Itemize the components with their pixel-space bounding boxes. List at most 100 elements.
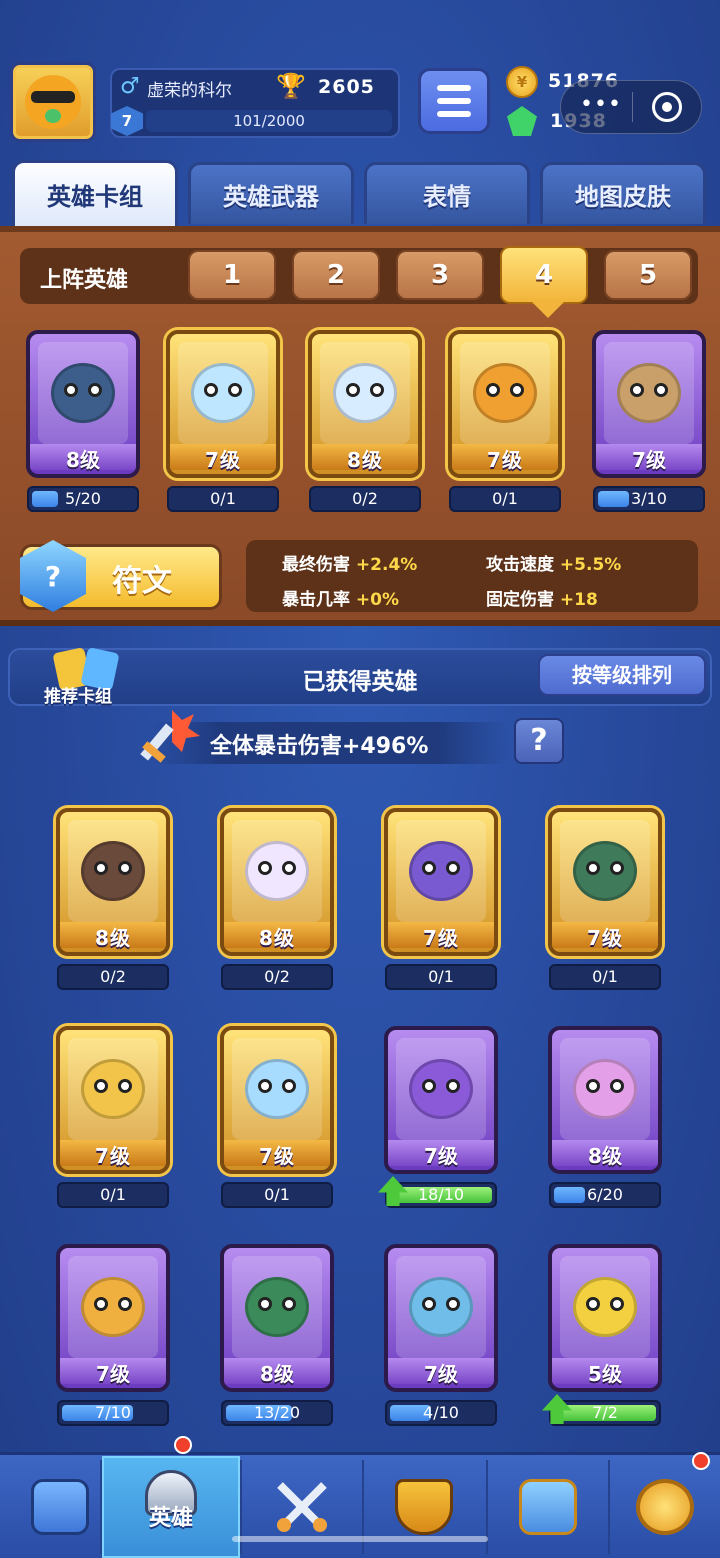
gem-icon	[507, 106, 537, 136]
hero-level: 8级	[60, 922, 166, 950]
hero-card[interactable]: 7级	[384, 1244, 498, 1392]
game-screen: ♂ 虚荣的科尔 🏆 2605 7 101/2000 ¥ 51876 1938 •…	[0, 0, 720, 1558]
nav-clan[interactable]	[364, 1456, 484, 1558]
hero-eyes	[232, 1078, 322, 1093]
hero-portrait	[604, 342, 694, 444]
progress-fill	[598, 491, 629, 507]
lineup-slot-5[interactable]: 5	[604, 250, 692, 300]
stat-final-damage: 最终伤害 +2.4%	[282, 550, 417, 575]
player-name: 虚荣的科尔	[147, 81, 232, 101]
hero-card[interactable]: 8级	[220, 808, 334, 956]
hero-card[interactable]: 8级	[548, 1026, 662, 1174]
hero-level: 8级	[312, 444, 418, 472]
hero-card[interactable]: 8级	[308, 330, 422, 478]
lineup-label: 上阵英雄	[40, 268, 129, 293]
hero-card-progress: 0/2	[309, 486, 421, 512]
hero-eyes	[68, 860, 158, 875]
hero-level: 7级	[60, 1140, 166, 1168]
hero-card[interactable]: 7级	[384, 808, 498, 956]
hero-card[interactable]: 7级	[166, 330, 280, 478]
stat-crit-chance: 暴击几率 +0%	[282, 585, 399, 610]
lineup-slot-4[interactable]: 4	[500, 246, 588, 318]
hero-portrait	[320, 342, 410, 444]
hero-card[interactable]: 7级	[56, 1244, 170, 1392]
nav-heroes-label: 英雄	[148, 1506, 193, 1531]
hero-level: 7级	[452, 444, 558, 472]
hero-card-progress: 13/20	[221, 1400, 333, 1426]
hero-card-progress: 4/10	[385, 1400, 497, 1426]
progress-text: 0/1	[264, 1185, 290, 1204]
hero-card[interactable]: 7级	[56, 1026, 170, 1174]
progress-text: 0/1	[428, 967, 454, 986]
progress-text: 0/2	[100, 967, 126, 986]
hero-card-progress: 5/20	[27, 486, 139, 512]
treasure-chest-icon	[31, 1479, 89, 1535]
progress-text: 0/1	[210, 489, 236, 508]
hero-portrait	[68, 1038, 158, 1140]
hero-card-progress: 0/1	[549, 964, 661, 990]
more-options-icon[interactable]: •••	[580, 92, 622, 117]
progress-fill	[554, 1187, 585, 1203]
stat-value: +2.4%	[355, 555, 418, 575]
hero-portrait	[232, 820, 322, 922]
sword-icon	[140, 710, 200, 763]
hero-card[interactable]: 7级	[548, 808, 662, 956]
lineup-slot-2[interactable]: 2	[292, 250, 380, 300]
nav-battle[interactable]	[242, 1456, 362, 1558]
hero-portrait	[68, 820, 158, 922]
hero-card[interactable]: 7级	[384, 1026, 498, 1174]
tab-hero-weapons[interactable]: 英雄武器	[188, 162, 354, 224]
menu-button[interactable]	[418, 68, 490, 134]
stat-value: +5.5%	[559, 555, 622, 575]
hero-card[interactable]: 7级	[448, 330, 562, 478]
hero-level: 8级	[224, 1358, 330, 1386]
nav-explore[interactable]	[610, 1456, 720, 1558]
hero-portrait	[396, 1038, 486, 1140]
hero-card[interactable]: 5级	[548, 1244, 662, 1392]
lineup-slot-3[interactable]: 3	[396, 250, 484, 300]
crit-damage-text: 全体暴击伤害+496%	[210, 734, 429, 759]
hero-card-progress: 6/20	[549, 1182, 661, 1208]
stat-name: 固定伤害	[486, 590, 554, 610]
hero-portrait	[68, 1256, 158, 1358]
hero-portrait	[396, 1256, 486, 1358]
stat-name: 攻击速度	[486, 555, 554, 575]
hero-card[interactable]: 8级	[56, 808, 170, 956]
tab-map-skins[interactable]: 地图皮肤	[540, 162, 706, 224]
tab-emotes[interactable]: 表情	[364, 162, 530, 224]
progress-text: 7/2	[592, 1403, 618, 1422]
player-avatar[interactable]	[10, 62, 96, 142]
team-banner-icon	[519, 1479, 577, 1535]
hero-card[interactable]: 8级	[220, 1244, 334, 1392]
explore-notification-dot	[692, 1452, 710, 1470]
hero-card-progress: 0/1	[167, 486, 279, 512]
hero-level: 7级	[224, 1140, 330, 1168]
sort-by-level-button[interactable]: 按等级排列	[538, 654, 706, 696]
hero-portrait	[178, 342, 268, 444]
hero-portrait	[232, 1038, 322, 1140]
hero-eyes	[232, 860, 322, 875]
lineup-slot-1[interactable]: 1	[188, 250, 276, 300]
hero-card[interactable]: 8级	[26, 330, 140, 478]
hero-eyes	[320, 382, 410, 397]
trophy-icon: 🏆	[276, 72, 306, 100]
hero-level: 7级	[552, 922, 658, 950]
close-target-icon[interactable]	[652, 92, 682, 122]
progress-fill	[32, 491, 58, 507]
tab-hero-deck[interactable]: 英雄卡组	[12, 160, 178, 226]
hero-portrait	[232, 1256, 322, 1358]
hero-level: 7级	[60, 1358, 166, 1386]
progress-text: 0/1	[592, 967, 618, 986]
trophy-count: 2605	[318, 76, 375, 98]
gold-coin-icon: ¥	[506, 66, 538, 98]
stat-attack-speed: 攻击速度 +5.5%	[486, 550, 621, 575]
xp-text: 101/2000	[233, 112, 305, 130]
nav-team[interactable]	[488, 1456, 608, 1558]
hero-card[interactable]: 7级	[220, 1026, 334, 1174]
hero-level: 7级	[388, 1358, 494, 1386]
hero-level: 7级	[170, 444, 276, 472]
hero-card[interactable]: 7级	[592, 330, 706, 478]
home-indicator	[232, 1536, 488, 1542]
rune-label: 符文	[112, 564, 172, 599]
help-button[interactable]: ?	[514, 718, 564, 764]
